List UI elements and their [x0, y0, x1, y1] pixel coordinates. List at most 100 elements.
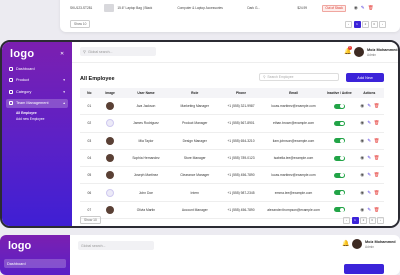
active-toggle[interactable]	[333, 172, 345, 178]
prev-product-thumb	[104, 4, 115, 12]
prev-table-footer: Show 10 ‹ 1 2 3 ›	[70, 20, 386, 28]
next-logo[interactable]: logo	[8, 240, 31, 252]
edit-icon[interactable]: ✎	[367, 120, 372, 126]
page-3-button[interactable]: 3	[368, 216, 376, 224]
next-global-search-input[interactable]: Global search...	[78, 241, 154, 250]
delete-icon[interactable]: 🗑	[374, 190, 380, 196]
active-toggle[interactable]	[333, 155, 345, 161]
active-toggle[interactable]	[333, 103, 345, 109]
prev-page-next[interactable]: ›	[379, 20, 386, 28]
status-toggle-cell	[324, 98, 355, 116]
delete-icon[interactable]: 🗑	[374, 207, 380, 213]
avatar[interactable]	[352, 239, 362, 249]
delete-icon[interactable]: 🗑	[374, 120, 380, 126]
sidebar-item-product[interactable]: Product ▾	[6, 76, 68, 85]
table-row: 05 Joseph Martinez Clearance Manager +1 (55…	[80, 166, 384, 185]
view-icon[interactable]: ◉	[354, 5, 359, 11]
employee-screen: logo ✕ Dashboard Product ▾ Category ▾ Te…	[0, 40, 400, 228]
delete-icon[interactable]: 🗑	[374, 155, 380, 161]
prev-table-row: SKU123-ST281 15.6" Laptop Bag | Black Co…	[70, 3, 386, 13]
page-prev-button[interactable]: ‹	[343, 216, 350, 224]
rows-per-page-select[interactable]: Show 10	[80, 216, 101, 224]
status-toggle-cell	[324, 166, 355, 185]
column-header: Inactive / Active	[324, 88, 355, 98]
employee-search-placeholder: Search Employee	[267, 75, 294, 79]
avatar	[106, 102, 115, 111]
status-toggle-cell	[324, 132, 355, 150]
next-add-button[interactable]	[344, 264, 384, 274]
column-header: Email	[262, 88, 325, 98]
view-icon[interactable]: ◉	[360, 190, 365, 196]
prev-page-2[interactable]: 2	[362, 20, 369, 28]
active-toggle[interactable]	[333, 138, 345, 144]
collapse-sidebar-icon[interactable]: ✕	[60, 51, 64, 57]
role-cell: Store Manager	[170, 149, 220, 168]
view-icon[interactable]: ◉	[360, 138, 365, 144]
user-name-cell: James Rodriguez	[121, 114, 171, 133]
edit-icon[interactable]: ✎	[367, 103, 372, 109]
employee-image-cell	[98, 166, 122, 185]
employee-search-input[interactable]: ⚲ Search Employee	[259, 73, 339, 81]
user-name-cell: Ava Jackson	[121, 98, 171, 116]
avatar	[106, 154, 115, 163]
table-row: 03 Mia Taylor Design Manager +1 (555) 654-3…	[80, 132, 384, 150]
prev-page-prev[interactable]: ‹	[345, 20, 352, 28]
edit-icon[interactable]: ✎	[367, 172, 372, 178]
prev-show-select[interactable]: Show 10	[70, 20, 91, 28]
employee-image-cell	[98, 98, 122, 116]
delete-icon[interactable]: 🗑	[368, 5, 374, 11]
table-row: 01 Ava Jackson Marketing Manager +1 (555) 3…	[80, 98, 384, 116]
role-cell: Design Manager	[170, 132, 220, 150]
actions-cell: ◉ ✎ 🗑	[354, 114, 384, 133]
view-icon[interactable]: ◉	[360, 207, 365, 213]
avatar	[106, 171, 115, 180]
view-icon[interactable]: ◉	[360, 155, 365, 161]
edit-icon[interactable]: ✎	[367, 207, 372, 213]
global-search-input[interactable]: ⚲ Global search...	[80, 47, 156, 56]
page-2-button[interactable]: 2	[360, 216, 367, 224]
phone-cell: +1 (555) 987-2345	[219, 183, 263, 202]
email-cell: emma.lee@example.com	[262, 183, 325, 202]
avatar[interactable]	[354, 47, 364, 57]
prev-page-3[interactable]: 3	[370, 20, 378, 28]
logo[interactable]: logo	[10, 48, 34, 60]
delete-icon[interactable]: 🗑	[374, 103, 380, 109]
edit-icon[interactable]: ✎	[367, 138, 372, 144]
sidebar-item-team-management[interactable]: Team Management ▴	[6, 98, 68, 108]
next-screen-peek: logo Dashboard Global search... 🔔 Moiz M…	[0, 235, 400, 275]
view-icon[interactable]: ◉	[360, 103, 365, 109]
edit-icon[interactable]: ✎	[361, 5, 366, 11]
pagination: ‹ 1 2 3 ›	[343, 216, 384, 224]
next-user-name: Moiz Mohammed	[365, 240, 396, 244]
next-sidebar-item-dashboard[interactable]: Dashboard	[4, 259, 66, 268]
active-toggle[interactable]	[333, 190, 345, 196]
actions-cell: ◉ ✎ 🗑	[354, 166, 384, 185]
employee-table: No Image User Name Role Phone Email Inac…	[80, 88, 384, 220]
delete-icon[interactable]: 🗑	[374, 172, 380, 178]
sidebar-item-category[interactable]: Category ▾	[6, 87, 68, 96]
page-next-button[interactable]: ›	[377, 216, 384, 224]
avatar	[106, 136, 115, 145]
role-cell: Intern	[170, 183, 220, 202]
main-content: ⚲ Global search... 🔔 1 Moiz Mohammed Adm…	[72, 42, 398, 226]
edit-icon[interactable]: ✎	[367, 155, 372, 161]
table-row: 04 Sophia Hernandez Store Manager +1 (555) …	[80, 149, 384, 168]
sidebar-item-dashboard[interactable]: Dashboard	[6, 64, 68, 73]
email-cell: lucas.martinez@example.com	[262, 98, 325, 116]
edit-icon[interactable]: ✎	[367, 190, 372, 196]
row-number: 05	[80, 166, 99, 185]
email-cell: isabella.lee@example.com	[262, 149, 325, 168]
page-1-button[interactable]: 1	[351, 216, 359, 224]
view-icon[interactable]: ◉	[360, 120, 365, 126]
phone-cell: +1 (555) 789-0123	[219, 149, 263, 168]
prev-page-1[interactable]: 1	[353, 20, 361, 28]
add-new-button[interactable]: Add New	[346, 73, 384, 82]
prev-category: Computer & Laptop Accessories	[177, 6, 223, 10]
view-icon[interactable]: ◉	[360, 172, 365, 178]
sidebar-subitem-add-employee[interactable]: Add new Employee	[6, 116, 68, 122]
bell-icon[interactable]: 🔔	[342, 240, 349, 247]
email-cell: liam.johnson@example.com	[262, 132, 325, 150]
active-toggle[interactable]	[333, 207, 345, 213]
delete-icon[interactable]: 🗑	[374, 138, 380, 144]
active-toggle[interactable]	[333, 120, 345, 126]
